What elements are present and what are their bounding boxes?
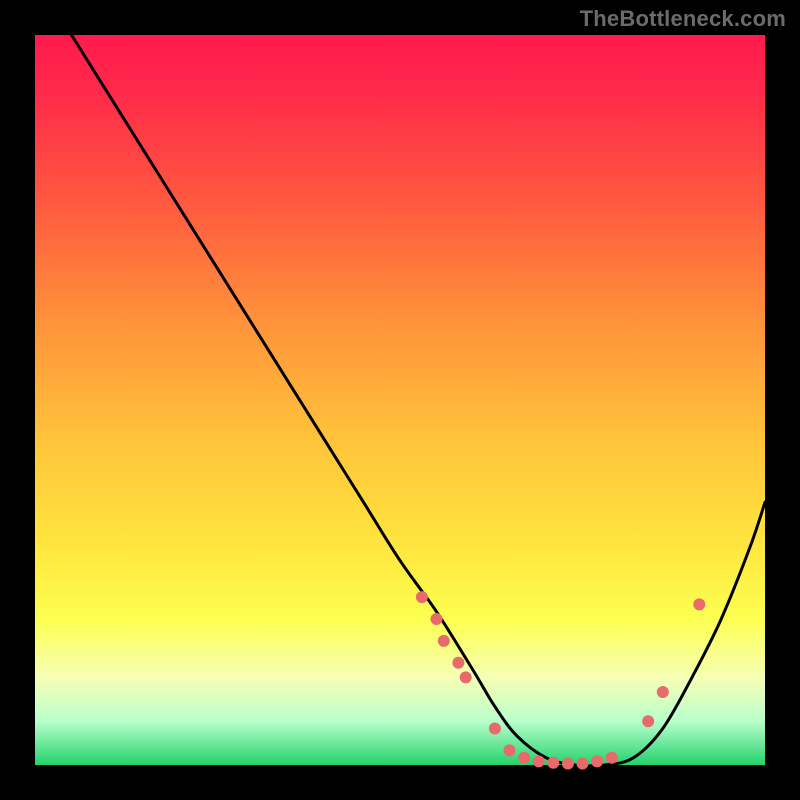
- curve-marker: [562, 758, 574, 770]
- curve-marker: [504, 744, 516, 756]
- bottleneck-curve: [72, 35, 766, 766]
- chart-frame: TheBottleneck.com: [0, 0, 800, 800]
- curve-marker: [577, 758, 589, 770]
- curve-marker: [606, 752, 618, 764]
- curve-marker: [438, 635, 450, 647]
- curve-layer: [35, 35, 765, 765]
- curve-marker: [416, 591, 428, 603]
- curve-marker: [518, 752, 530, 764]
- curve-marker: [693, 598, 705, 610]
- curve-marker: [431, 613, 443, 625]
- curve-marker: [591, 755, 603, 767]
- curve-marker: [547, 757, 559, 769]
- watermark-text: TheBottleneck.com: [580, 6, 786, 32]
- curve-marker: [489, 723, 501, 735]
- curve-marker: [533, 755, 545, 767]
- curve-marker: [642, 715, 654, 727]
- curve-markers: [416, 591, 705, 769]
- plot-area: [35, 35, 765, 765]
- curve-marker: [657, 686, 669, 698]
- curve-marker: [452, 657, 464, 669]
- curve-marker: [460, 671, 472, 683]
